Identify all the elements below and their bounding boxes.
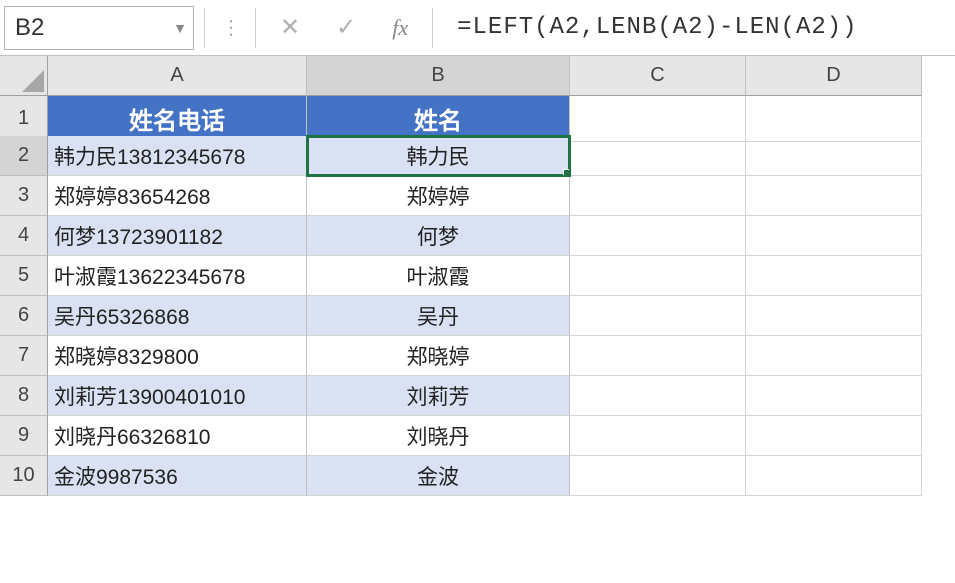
col-header-B[interactable]: B	[307, 56, 570, 96]
cell-B3[interactable]: 郑婷婷	[307, 176, 570, 216]
cell-D2[interactable]	[746, 136, 922, 176]
cancel-icon[interactable]: ✕	[262, 13, 318, 42]
col-header-D[interactable]: D	[746, 56, 922, 96]
cell-C3[interactable]	[570, 176, 746, 216]
cell-B5[interactable]: 叶淑霞	[307, 256, 570, 296]
dots-icon: ⋮	[211, 15, 249, 40]
cell-C8[interactable]	[570, 376, 746, 416]
cell-A9[interactable]: 刘晓丹66326810	[48, 416, 307, 456]
cell-A8[interactable]: 刘莉芳13900401010	[48, 376, 307, 416]
cell-C9[interactable]	[570, 416, 746, 456]
cell-A6[interactable]: 吴丹65326868	[48, 296, 307, 336]
cell-B2[interactable]: 韩力民	[307, 136, 570, 176]
cell-C10[interactable]	[570, 456, 746, 496]
formula-input[interactable]: =LEFT(A2,LENB(A2)-LEN(A2))	[439, 14, 955, 41]
cell-A10[interactable]: 金波9987536	[48, 456, 307, 496]
cell-D10[interactable]	[746, 456, 922, 496]
name-box[interactable]: B2 ▼	[4, 6, 194, 50]
cell-C5[interactable]	[570, 256, 746, 296]
fx-icon[interactable]: fx	[374, 15, 426, 41]
row-header-5[interactable]: 5	[0, 256, 48, 296]
cell-D4[interactable]	[746, 216, 922, 256]
cell-C2[interactable]	[570, 136, 746, 176]
row-header-6[interactable]: 6	[0, 296, 48, 336]
cell-D3[interactable]	[746, 176, 922, 216]
col-header-C[interactable]: C	[570, 56, 746, 96]
confirm-icon[interactable]: ✓	[318, 13, 374, 42]
cell-reference: B2	[15, 14, 44, 42]
row-header-8[interactable]: 8	[0, 376, 48, 416]
cell-A7[interactable]: 郑晓婷8329800	[48, 336, 307, 376]
cell-A2[interactable]: 韩力民13812345678	[48, 136, 307, 176]
cell-B6[interactable]: 吴丹	[307, 296, 570, 336]
cell-C6[interactable]	[570, 296, 746, 336]
formula-bar: B2 ▼ ⋮ ✕ ✓ fx =LEFT(A2,LENB(A2)-LEN(A2))	[0, 0, 955, 56]
cell-D7[interactable]	[746, 336, 922, 376]
cell-D8[interactable]	[746, 376, 922, 416]
row-header-10[interactable]: 10	[0, 456, 48, 496]
cell-C4[interactable]	[570, 216, 746, 256]
cell-D5[interactable]	[746, 256, 922, 296]
row-header-4[interactable]: 4	[0, 216, 48, 256]
cell-A4[interactable]: 何梦13723901182	[48, 216, 307, 256]
chevron-down-icon[interactable]: ▼	[173, 20, 187, 36]
col-header-A[interactable]: A	[48, 56, 307, 96]
row-header-7[interactable]: 7	[0, 336, 48, 376]
select-all-corner[interactable]	[0, 56, 48, 96]
cell-C7[interactable]	[570, 336, 746, 376]
cell-A3[interactable]: 郑婷婷83654268	[48, 176, 307, 216]
row-header-9[interactable]: 9	[0, 416, 48, 456]
divider	[204, 8, 205, 48]
cell-B7[interactable]: 郑晓婷	[307, 336, 570, 376]
cell-B9[interactable]: 刘晓丹	[307, 416, 570, 456]
divider	[432, 8, 433, 48]
row-header-3[interactable]: 3	[0, 176, 48, 216]
cell-B8[interactable]: 刘莉芳	[307, 376, 570, 416]
cell-D6[interactable]	[746, 296, 922, 336]
cell-D9[interactable]	[746, 416, 922, 456]
row-header-2[interactable]: 2	[0, 136, 48, 176]
spreadsheet-grid: A B C D 1 姓名电话 姓名 2 韩力民13812345678 韩力民 3…	[0, 56, 955, 496]
divider	[255, 8, 256, 48]
cell-A5[interactable]: 叶淑霞13622345678	[48, 256, 307, 296]
cell-B10[interactable]: 金波	[307, 456, 570, 496]
cell-B4[interactable]: 何梦	[307, 216, 570, 256]
